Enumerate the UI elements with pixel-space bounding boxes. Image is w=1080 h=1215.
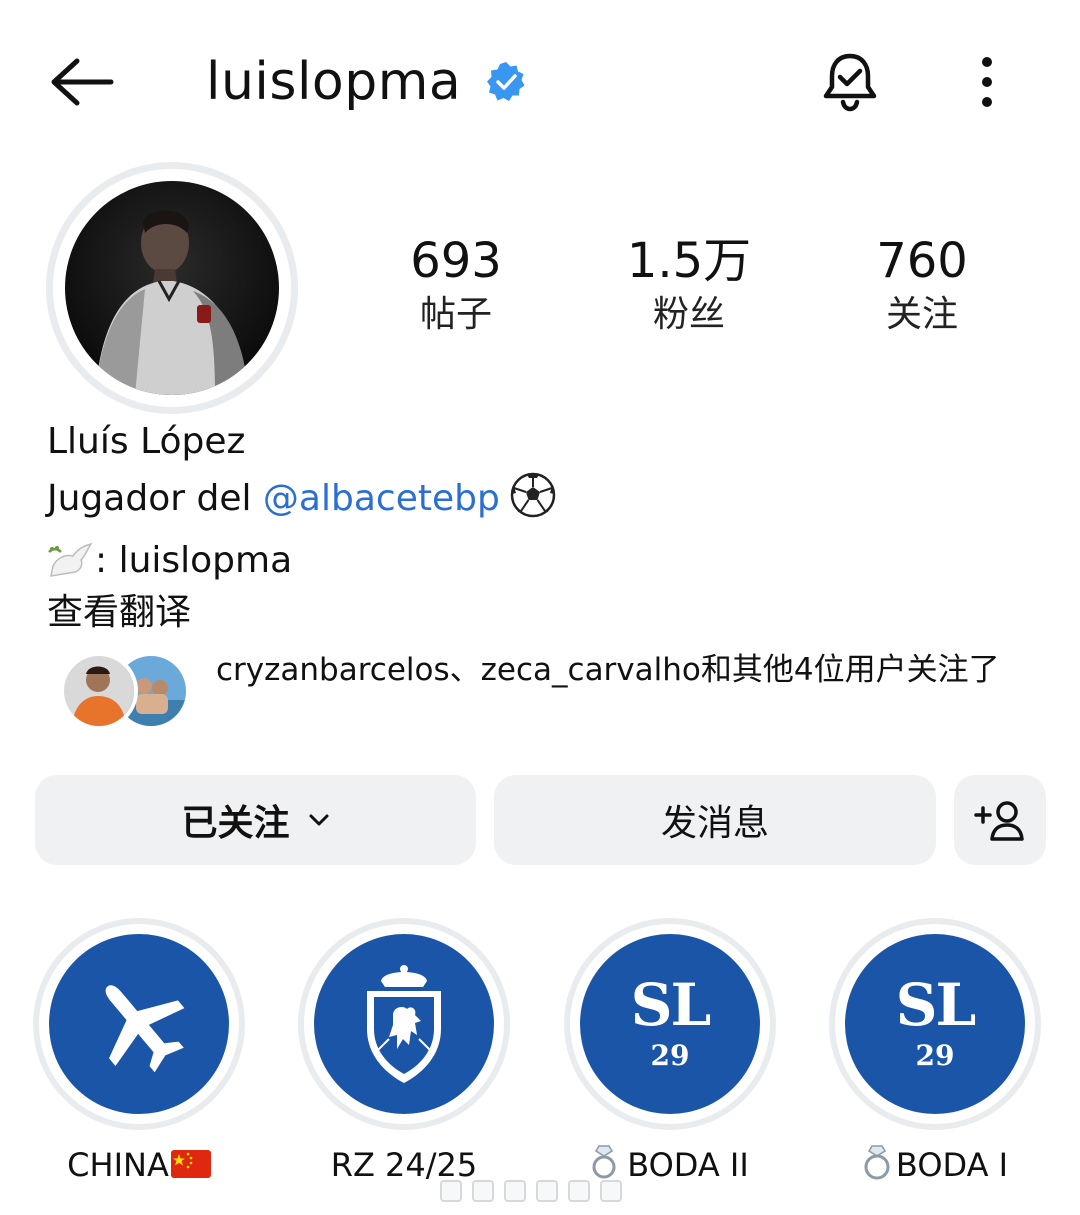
mutual-followers-avatars[interactable] — [60, 652, 200, 732]
header-username: luislopma — [206, 52, 462, 112]
posts-label: 帖子 — [419, 294, 492, 335]
stat-following[interactable]: 760 关注 — [822, 232, 1022, 340]
following-label: 已关注 — [181, 803, 290, 844]
highlight-ring: SL 29 — [564, 918, 776, 1130]
add-user-icon — [974, 801, 1024, 841]
highlight-cover: SL 29 — [845, 934, 1025, 1114]
badge-number: 29 — [650, 1039, 690, 1072]
back-button[interactable] — [44, 50, 120, 114]
stat-followers[interactable]: 1.5万 粉丝 — [589, 232, 789, 340]
ring-icon — [862, 1144, 892, 1190]
highlight-boda-ii[interactable]: SL 29 BODA II — [564, 918, 776, 1184]
followers-count: 1.5万 — [626, 233, 752, 289]
highlight-cover — [314, 934, 494, 1114]
highlight-label: BODA I — [799, 1144, 1071, 1190]
badge-initials: SL — [630, 971, 712, 1039]
bell-check-icon — [823, 53, 877, 112]
real-zaragoza-crest-icon — [367, 965, 441, 1083]
highlight-ring — [298, 918, 510, 1130]
bio-line-2: : luislopma — [47, 536, 292, 592]
highlight-boda-i[interactable]: SL 29 BODA I — [829, 918, 1041, 1184]
dove-icon — [47, 540, 93, 592]
see-translation-link[interactable]: 查看翻译 — [47, 588, 191, 638]
bio-line-2-text: : luislopma — [95, 540, 293, 581]
mutual-avatar — [60, 652, 138, 730]
full-name: Lluís López — [47, 421, 246, 462]
china-flag-icon — [170, 1146, 211, 1188]
profile-header: luislopma — [0, 0, 1080, 165]
suggested-users-button[interactable] — [954, 775, 1046, 865]
mutual-followers-text[interactable]: cryzanbarcelos、zeca_carvalho和其他4位用户关注了 — [216, 648, 1036, 692]
more-vertical-icon — [982, 57, 992, 67]
following-button[interactable]: 已关注 — [35, 775, 476, 865]
profile-avatar — [65, 181, 279, 395]
highlight-cover — [49, 934, 229, 1114]
airplane-icon — [105, 985, 185, 1073]
highlight-label: CHINA — [3, 1144, 275, 1188]
profile-avatar-ring[interactable] — [46, 162, 298, 414]
badge-initials: SL — [895, 971, 977, 1039]
arrow-left-icon — [51, 58, 114, 106]
bio-line: Jugador del @albacetebp — [47, 472, 556, 532]
bio-prefix: Jugador del — [47, 478, 263, 519]
highlight-ring: SL 29 — [829, 918, 1041, 1130]
notifications-button[interactable] — [814, 46, 886, 118]
following-label: 关注 — [885, 294, 958, 335]
verified-badge-icon — [487, 62, 525, 101]
more-options-button[interactable] — [962, 50, 1012, 114]
following-count: 760 — [876, 233, 968, 289]
stat-posts[interactable]: 693 帖子 — [356, 232, 556, 340]
message-button[interactable]: 发消息 — [494, 775, 936, 865]
followers-label: 粉丝 — [652, 294, 725, 335]
message-label: 发消息 — [660, 803, 769, 844]
chevron-down-icon — [309, 814, 328, 826]
badge-number: 29 — [915, 1039, 955, 1072]
bio-mention-link[interactable]: @albacetebp — [263, 478, 500, 519]
highlight-rz[interactable]: RZ 24/25 — [298, 918, 510, 1184]
soccer-ball-icon — [510, 472, 556, 532]
highlight-ring — [33, 918, 245, 1130]
highlight-china[interactable]: CHINA — [33, 918, 245, 1184]
scroll-indicator — [440, 1180, 640, 1204]
posts-count: 693 — [410, 233, 502, 289]
highlight-cover: SL 29 — [580, 934, 760, 1114]
